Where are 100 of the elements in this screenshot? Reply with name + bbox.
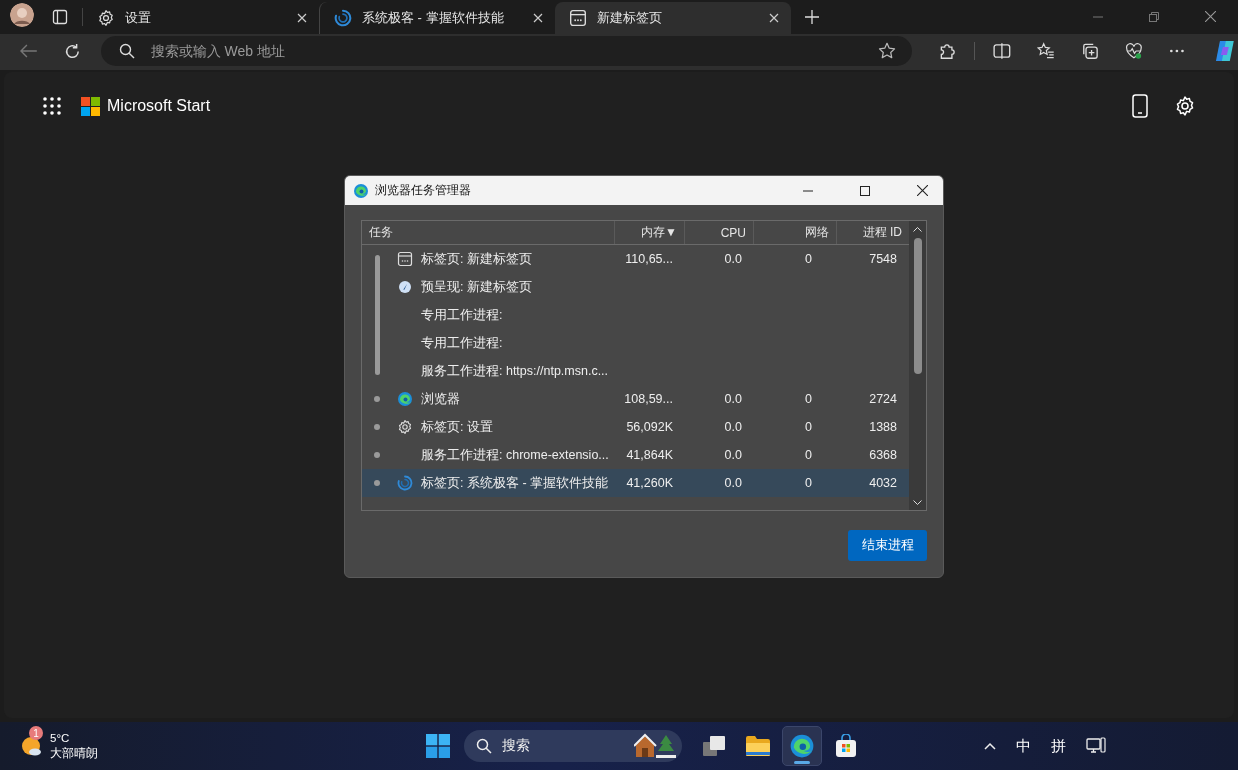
task-name: 标签页: 新建标签页: [420, 250, 533, 268]
memory-cell-text: 41,260K: [625, 476, 673, 490]
tab-page-icon: [569, 9, 587, 27]
split-screen-icon[interactable]: [993, 42, 1012, 60]
process-row[interactable]: 标签页: 设置 56,092K 0.0 0 1388: [390, 413, 909, 441]
monitor-icon[interactable]: [1086, 737, 1106, 755]
dialog-title: 浏览器任务管理器: [375, 182, 471, 199]
weather-condition: 大部晴朗: [50, 746, 98, 761]
bullet-dot: [374, 396, 380, 402]
new-tab-icon[interactable]: [805, 10, 819, 24]
task-view-icon: [702, 735, 726, 757]
task-name: 标签页: 设置: [420, 418, 494, 436]
process-row[interactable]: 服务工作进程: https://ntp.msn.c...: [390, 357, 909, 385]
process-row[interactable]: 预呈现: 新建标签页: [390, 273, 909, 301]
process-row[interactable]: 标签页: 新建标签页 110,65... 0.0 0 7548: [390, 245, 909, 273]
bullet-dot: [374, 480, 380, 486]
task-name: 浏览器: [420, 390, 461, 408]
tab-page-icon: [397, 251, 413, 267]
process-id-cell-text: 1388: [868, 420, 897, 434]
edge-icon: [353, 182, 369, 199]
task-name: 预呈现: 新建标签页: [420, 278, 533, 296]
temperature: 5°C: [50, 731, 71, 746]
memory-cell-text: 110,65...: [624, 252, 673, 266]
brand-title[interactable]: Microsoft Start: [107, 97, 211, 115]
cpu-cell-text: 0.0: [723, 252, 742, 266]
task-name: 专用工作进程:: [420, 306, 504, 324]
process-row[interactable]: 浏览器 108,59... 0.0 0 2724: [390, 385, 909, 413]
column-header[interactable]: CPU: [684, 221, 753, 244]
network-cell-text: 0: [804, 392, 812, 406]
puzzle-icon[interactable]: [938, 42, 957, 60]
notification-badge: 1: [29, 726, 43, 740]
settings-icon[interactable]: [1174, 95, 1196, 117]
network-cell-text: 0: [804, 420, 812, 434]
favorite-star-icon[interactable]: [878, 42, 897, 60]
search-icon: [476, 738, 492, 754]
network-cell-text: 0: [804, 448, 812, 462]
task-name: 专用工作进程:: [420, 334, 504, 352]
chevron-up-icon[interactable]: [984, 742, 996, 750]
scroll-thumb[interactable]: [913, 238, 922, 374]
bullet-dot: [374, 424, 380, 430]
column-header[interactable]: 任务: [362, 221, 614, 244]
cpu-cell-text: 0.0: [723, 392, 742, 406]
column-header[interactable]: 内存▼: [614, 221, 684, 244]
process-id-cell-text: 7548: [868, 252, 897, 266]
profile-avatar[interactable]: [10, 2, 34, 27]
process-row[interactable]: 专用工作进程:: [390, 301, 909, 329]
memory-cell-text: 56,092K: [625, 420, 673, 434]
collections-icon[interactable]: [1080, 42, 1099, 60]
process-row[interactable]: 专用工作进程:: [390, 329, 909, 357]
close-icon[interactable]: [1205, 11, 1216, 22]
memory-cell-text: 108,59...: [623, 392, 673, 406]
search-icon: [118, 43, 135, 59]
compass-icon: [397, 279, 413, 295]
scrollbar[interactable]: [909, 221, 926, 510]
scroll-down-icon[interactable]: [913, 500, 922, 506]
bullet-dot: [374, 452, 380, 458]
spinner-icon: [397, 475, 413, 491]
process-row[interactable]: 服务工作进程: chrome-extensio... 41,864K 0.0 0 6368: [390, 441, 909, 469]
app-launcher-icon[interactable]: [43, 97, 61, 115]
refresh-icon[interactable]: [63, 42, 81, 60]
back-icon[interactable]: [20, 44, 38, 58]
health-icon[interactable]: [1124, 42, 1143, 60]
address-bar[interactable]: 搜索或输入 Web 地址: [100, 36, 913, 66]
tab-title: 设置: [125, 9, 152, 27]
store-bag-icon: [834, 734, 858, 758]
cpu-cell-text: 0.0: [723, 476, 742, 490]
gear-icon: [97, 9, 115, 27]
favorites-icon[interactable]: [1037, 42, 1055, 60]
network-cell-text: 0: [804, 252, 812, 266]
gear-icon: [397, 419, 413, 435]
cpu-cell-text: 0.0: [723, 420, 742, 434]
input-method-indicator[interactable]: 拼: [1051, 736, 1066, 756]
taskbar-search[interactable]: 搜索: [464, 730, 682, 762]
process-id-cell-text: 6368: [868, 448, 897, 462]
browser-tab[interactable]: 设置: [83, 2, 319, 34]
process-id-cell-text: 4032: [868, 476, 897, 490]
tab-title: 系统极客 - 掌握软件技能: [362, 9, 505, 27]
folder-icon: [745, 735, 771, 757]
network-cell-text: 0: [804, 476, 812, 490]
close-icon[interactable]: [917, 185, 928, 196]
gingerbread-house-icon: [634, 733, 676, 759]
input-method-indicator[interactable]: 中: [1016, 736, 1031, 756]
maximize-icon[interactable]: [860, 185, 870, 196]
start-icon[interactable]: [426, 734, 450, 758]
scroll-up-icon[interactable]: [913, 226, 922, 232]
tab-actions-icon[interactable]: [52, 9, 68, 25]
end-process-button[interactable]: 结束进程: [848, 530, 927, 561]
task-name: 服务工作进程: https://ntp.msn.c...: [420, 362, 605, 380]
browser-tab[interactable]: 新建标签页: [555, 2, 791, 34]
tab-title: 新建标签页: [597, 9, 663, 27]
cpu-cell-text: 0.0: [723, 448, 742, 462]
edge-icon: [397, 391, 413, 407]
windows-logo-icon: [81, 96, 100, 116]
taskbar-app[interactable]: [782, 726, 822, 766]
process-id-cell-text: 2724: [868, 392, 897, 406]
edge-icon: [789, 733, 815, 759]
spinner-icon: [334, 9, 352, 27]
restore-icon[interactable]: [1149, 12, 1159, 22]
column-header[interactable]: 网络: [753, 221, 836, 244]
phone-icon[interactable]: [1132, 94, 1148, 118]
